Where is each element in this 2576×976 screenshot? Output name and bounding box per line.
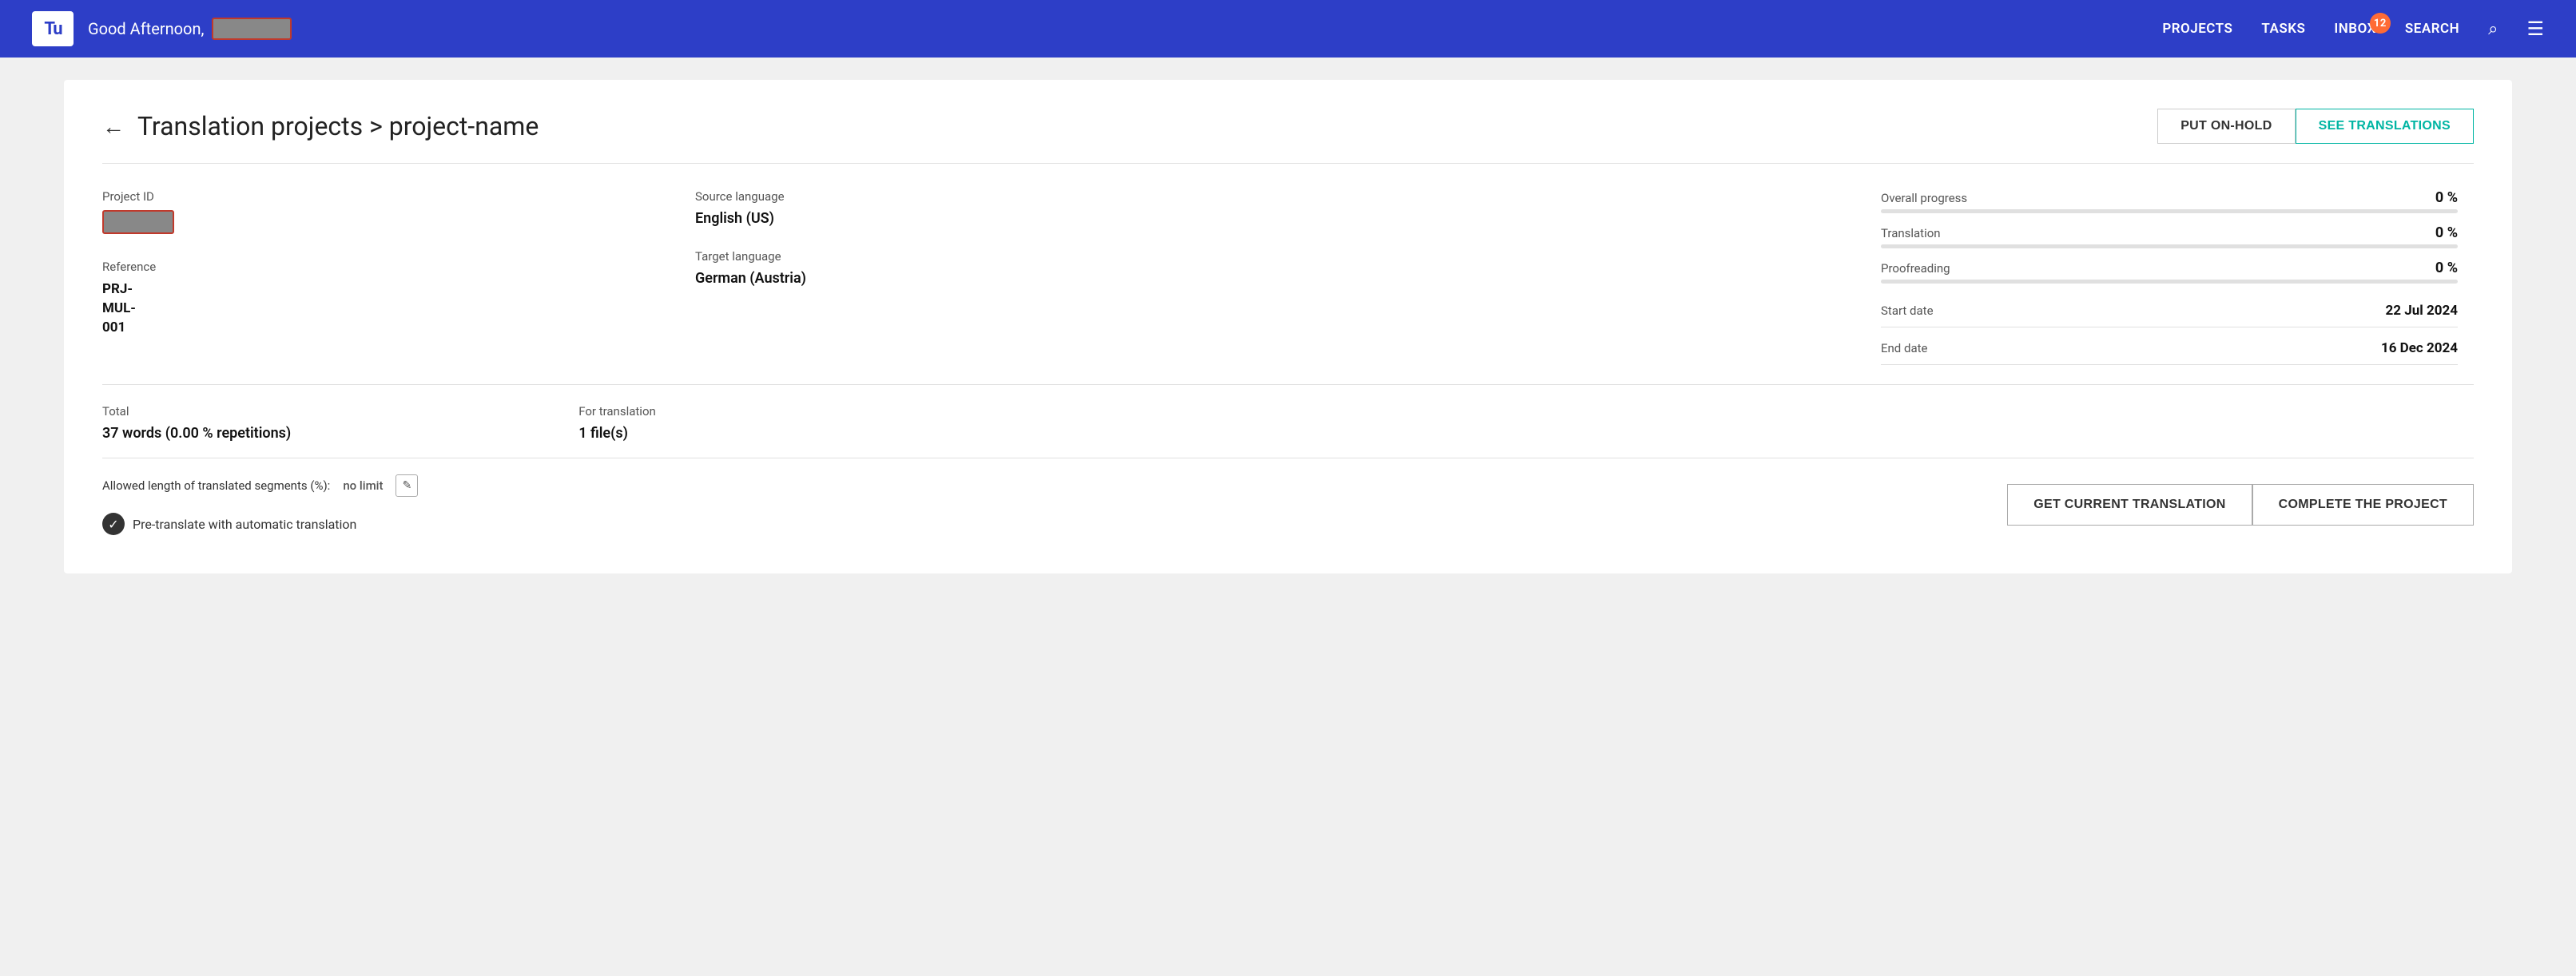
complete-project-button[interactable]: COMPLETE THE PROJECT xyxy=(2252,484,2474,526)
edit-allowed-length-button[interactable]: ✎ xyxy=(396,474,418,497)
proofreading-progress-bar xyxy=(1881,280,2458,284)
project-id-redacted xyxy=(102,210,174,234)
search-icon[interactable]: ⌕ xyxy=(2488,19,2498,39)
inbox-badge: 12 xyxy=(2370,13,2391,34)
target-language-value: German (Austria) xyxy=(695,270,1272,287)
header: Tu Good Afternoon, PROJECTS TASKS INBOX … xyxy=(0,0,2576,58)
bottom-actions: GET CURRENT TRANSLATION COMPLETE THE PRO… xyxy=(2007,484,2474,526)
target-language-label: Target language xyxy=(695,249,1272,264)
overall-progress-row: Overall progress 0 % xyxy=(1881,189,2458,213)
allowed-length-row: Allowed length of translated segments (%… xyxy=(102,474,418,497)
hamburger-icon[interactable]: ☰ xyxy=(2526,18,2544,40)
pretranslate-row: ✓ Pre-translate with automatic translati… xyxy=(102,513,418,535)
project-id-section: Project ID Reference PRJ-MUL-001 xyxy=(102,189,695,365)
logo: Tu xyxy=(32,11,74,46)
see-translations-button[interactable]: SEE TRANSLATIONS xyxy=(2296,109,2474,144)
for-translation-value: 1 file(s) xyxy=(578,425,656,442)
language-section: Source language English (US) Target lang… xyxy=(695,189,1288,365)
translation-progress-bar xyxy=(1881,244,2458,248)
greeting-text: Good Afternoon, xyxy=(88,19,204,38)
translation-label: Translation xyxy=(1881,226,1941,240)
put-on-hold-button[interactable]: PUT ON-HOLD xyxy=(2157,109,2295,144)
title-left: ← Translation projects > project-name xyxy=(102,111,539,141)
project-id-label: Project ID xyxy=(102,189,679,204)
bottom-left: Allowed length of translated segments (%… xyxy=(102,474,418,535)
total-value: 37 words (0.00 % repetitions) xyxy=(102,425,291,442)
pretranslate-check-icon: ✓ xyxy=(102,513,125,535)
main-content: ← Translation projects > project-name PU… xyxy=(64,80,2512,573)
dates-section: Start date 22 Jul 2024 End date 16 Dec 2… xyxy=(1881,303,2458,365)
for-translation-label: For translation xyxy=(578,404,656,419)
totals-row: Total 37 words (0.00 % repetitions) For … xyxy=(102,404,2474,458)
end-date-label: End date xyxy=(1881,341,1927,355)
title-row: ← Translation projects > project-name PU… xyxy=(102,109,2474,164)
no-limit-value: no limit xyxy=(343,478,383,493)
page-title: Translation projects > project-name xyxy=(137,111,539,141)
overall-progress-label: Overall progress xyxy=(1881,191,1967,205)
proofreading-label: Proofreading xyxy=(1881,261,1950,276)
title-actions: PUT ON-HOLD SEE TRANSLATIONS xyxy=(2157,109,2474,144)
source-language-label: Source language xyxy=(695,189,1272,204)
end-date-value: 16 Dec 2024 xyxy=(2381,340,2458,356)
proofreading-pct: 0 % xyxy=(2435,260,2458,276)
nav-projects[interactable]: PROJECTS xyxy=(2162,21,2232,37)
nav-inbox[interactable]: INBOX 12 xyxy=(2334,21,2376,37)
spacer-col xyxy=(1288,189,1881,365)
greeting: Good Afternoon, xyxy=(88,18,292,40)
project-info-grid: Project ID Reference PRJ-MUL-001 Source … xyxy=(102,189,2474,385)
reference-label: Reference xyxy=(102,260,679,274)
translation-progress-row: Translation 0 % xyxy=(1881,224,2458,248)
total-label: Total xyxy=(102,404,291,419)
username-redacted xyxy=(212,18,292,40)
translation-pct: 0 % xyxy=(2435,224,2458,241)
main-nav: PROJECTS TASKS INBOX 12 SEARCH ⌕ ☰ xyxy=(2162,18,2544,40)
nav-tasks[interactable]: TASKS xyxy=(2261,21,2305,37)
overall-progress-bar xyxy=(1881,209,2458,213)
bottom-row: Allowed length of translated segments (%… xyxy=(102,474,2474,535)
overall-progress-value: 0 % xyxy=(2435,189,2458,206)
proofreading-progress-row: Proofreading 0 % xyxy=(1881,260,2458,284)
total-section: Total 37 words (0.00 % repetitions) xyxy=(102,404,291,442)
end-date-row: End date 16 Dec 2024 xyxy=(1881,340,2458,365)
progress-section: Overall progress 0 % Translation 0 % P xyxy=(1881,189,2474,365)
start-date-value: 22 Jul 2024 xyxy=(2386,303,2459,319)
get-current-translation-button[interactable]: GET CURRENT TRANSLATION xyxy=(2007,484,2252,526)
allowed-length-label: Allowed length of translated segments (%… xyxy=(102,478,330,493)
nav-search-text[interactable]: SEARCH xyxy=(2405,21,2459,37)
source-language-value: English (US) xyxy=(695,210,1272,227)
reference-value: PRJ-MUL-001 xyxy=(102,280,679,337)
for-translation-section: For translation 1 file(s) xyxy=(578,404,656,442)
pretranslate-label: Pre-translate with automatic translation xyxy=(133,517,356,532)
start-date-row: Start date 22 Jul 2024 xyxy=(1881,303,2458,327)
start-date-label: Start date xyxy=(1881,304,1934,318)
back-button[interactable]: ← xyxy=(102,113,125,140)
